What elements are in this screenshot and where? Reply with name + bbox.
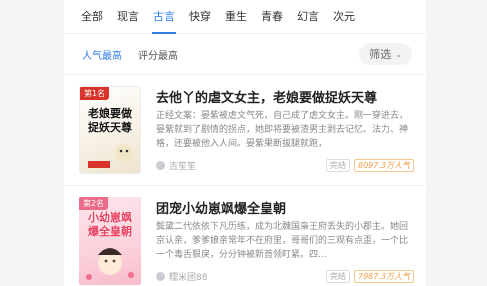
sort-popular[interactable]: 人气最高: [82, 47, 122, 62]
rank-badge: 第2名: [79, 197, 109, 210]
category-tabs: 全部 现言 古言 快穿 重生 青春 幻言 次元: [64, 0, 426, 34]
book-meta: 吉笙笙 完结 8097.3万人气: [156, 158, 414, 172]
book-cover[interactable]: 第1名 老娘要做捉妖天尊: [79, 86, 141, 174]
tab-youth[interactable]: 青春: [254, 10, 290, 33]
filter-button[interactable]: 筛选 ⌄: [359, 43, 412, 65]
rank-badge: 第1名: [80, 87, 110, 100]
book-description: 正经文案：晏紫被虐文气死，自己成了虐文女主。刚一穿进去，晏紫就到了剧情的拐点，她…: [156, 111, 409, 149]
filter-label: 筛选: [369, 48, 392, 61]
cover-title: 老娘要做捉妖天尊: [88, 107, 132, 134]
book-description: 鬓黛二代依依下凡历练，成为北魏国枭王府丢失的小郡主。她回京认亲，爹爹娘亲常年不在…: [156, 222, 409, 260]
tab-fantasy-romance[interactable]: 幻言: [290, 10, 326, 33]
book-list-panel: 全部 现言 古言 快穿 重生 青春 幻言 次元 人气最高 评分最高 筛选 ⌄ 第…: [64, 0, 426, 286]
book-cover[interactable]: 第2名 小幼崽飒爆全皇朝: [79, 197, 141, 285]
book-item[interactable]: 第2名 小幼崽飒爆全皇朝 团宠小幼崽飒爆全皇朝 鬓黛二代依依下凡历练，成为北魏国…: [64, 185, 426, 286]
book-title[interactable]: 去他丫的虐文女主，老娘要做捉妖天尊: [156, 87, 414, 106]
book-author[interactable]: 吉笙笙: [169, 159, 196, 172]
author-icon: [156, 160, 165, 170]
book-author[interactable]: 糯米团88: [169, 270, 207, 283]
tab-anime[interactable]: 次元: [326, 10, 362, 33]
book-item[interactable]: 第1名 老娘要做捉妖天尊 去他丫的虐文女主，老娘要做捉妖天尊 正经文案：晏紫被虐…: [64, 74, 426, 177]
book-badges: 完结 7987.3万人气: [326, 269, 414, 283]
status-badge: 完结: [326, 269, 350, 283]
book-title[interactable]: 团宠小幼崽飒爆全皇朝: [156, 198, 414, 217]
tab-ancient-romance[interactable]: 古言: [146, 10, 182, 34]
chevron-down-icon: ⌄: [395, 49, 402, 59]
book-badges: 完结 8097.3万人气: [326, 158, 414, 172]
popularity-badge: 7987.3万人气: [354, 269, 414, 283]
tab-quick-transmigration[interactable]: 快穿: [182, 10, 218, 33]
book-list: 第1名 老娘要做捉妖天尊 去他丫的虐文女主，老娘要做捉妖天尊 正经文案：晏紫被虐…: [64, 74, 426, 286]
tab-all[interactable]: 全部: [74, 10, 110, 33]
popularity-badge: 8097.3万人气: [354, 158, 414, 172]
book-meta: 糯米团88 完结 7987.3万人气: [156, 269, 414, 283]
tab-modern-romance[interactable]: 现言: [110, 10, 146, 33]
cover-title: 小幼崽飒爆全皇朝: [88, 211, 132, 238]
sort-bar: 人气最高 评分最高 筛选 ⌄: [64, 34, 426, 74]
status-badge: 完结: [326, 158, 350, 172]
author-icon: [156, 271, 165, 281]
sort-rating[interactable]: 评分最高: [138, 47, 178, 62]
tab-rebirth[interactable]: 重生: [218, 10, 254, 33]
